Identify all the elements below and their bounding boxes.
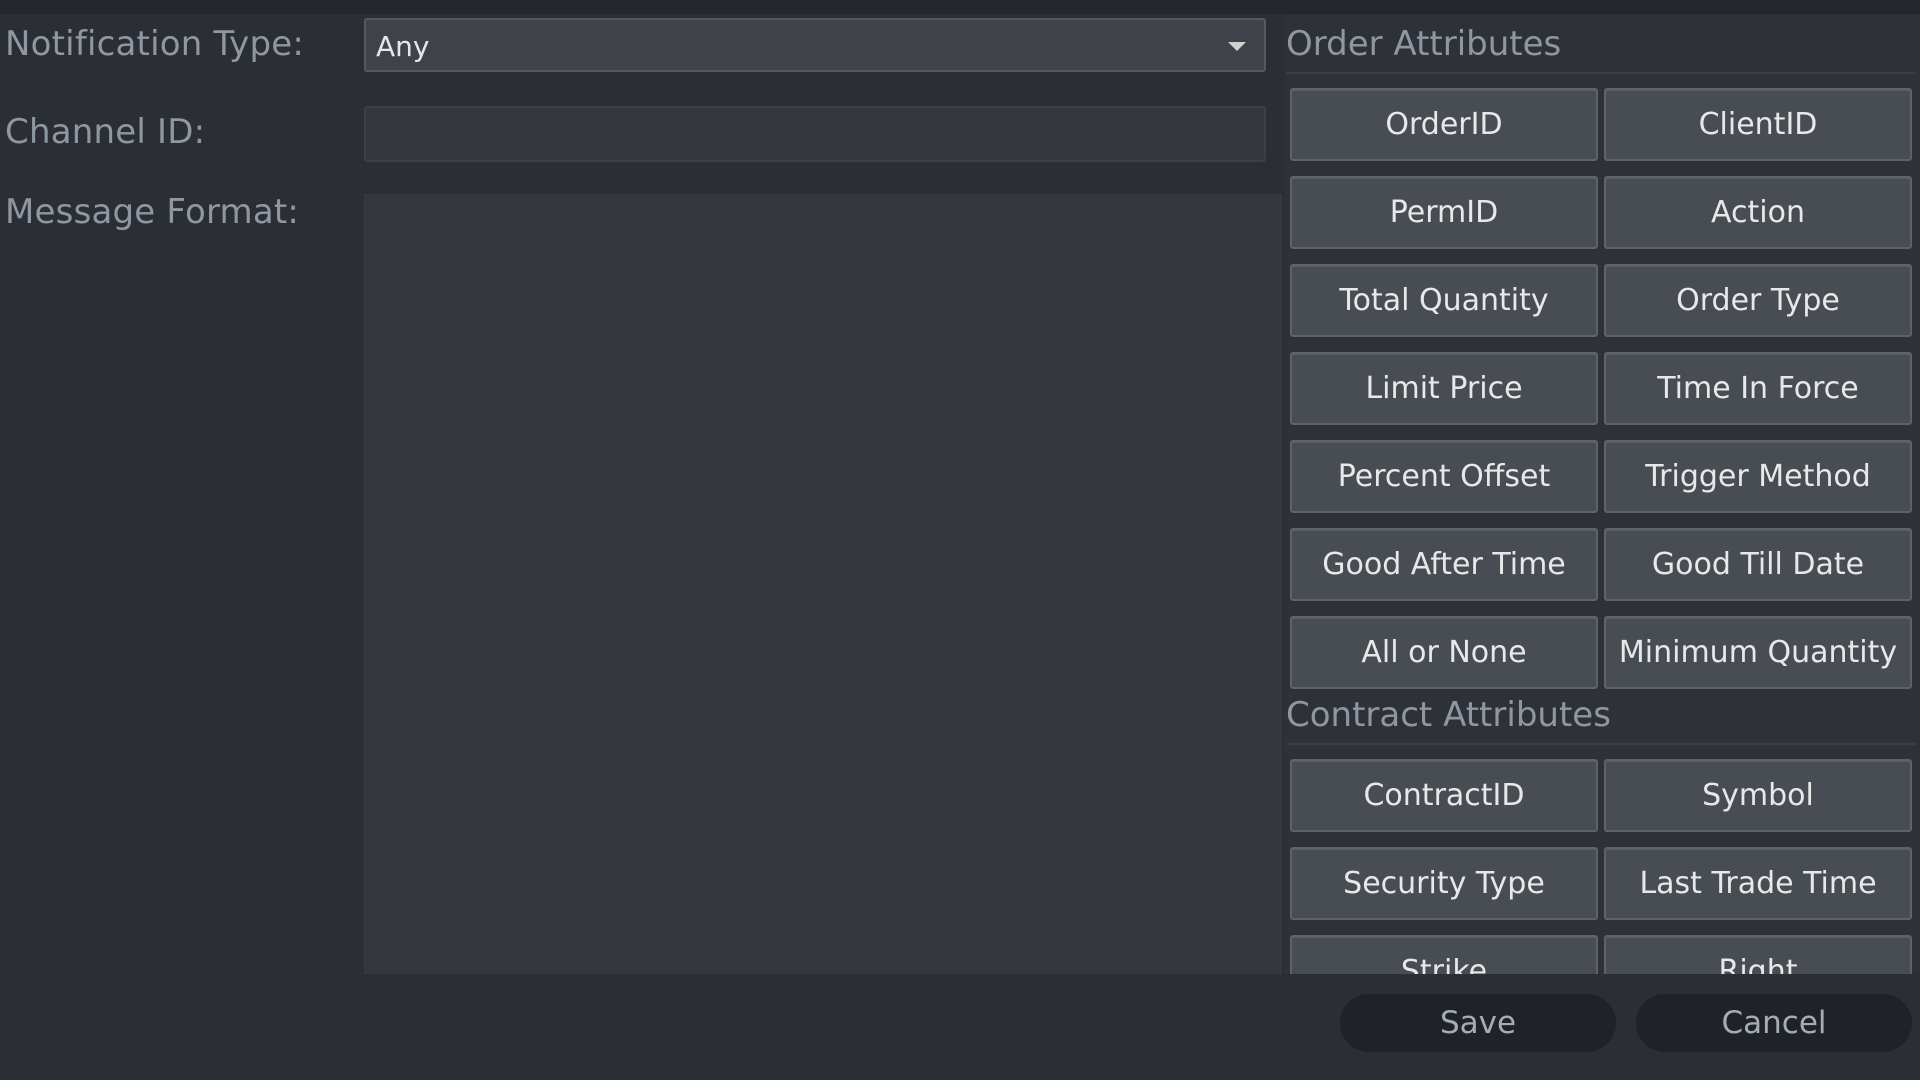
order-attr-button-minimum-quantity[interactable]: Minimum Quantity	[1604, 616, 1912, 689]
order-attr-button-time-in-force[interactable]: Time In Force	[1604, 352, 1912, 425]
attributes-panel[interactable]: Order Attributes OrderID ClientID PermID…	[1284, 14, 1920, 974]
message-format-textarea[interactable]	[364, 194, 1282, 974]
contract-attr-button-security-type[interactable]: Security Type	[1290, 847, 1598, 920]
channel-id-input[interactable]	[364, 106, 1266, 162]
save-button[interactable]: Save	[1340, 994, 1616, 1052]
contract-attr-button-last-trade-time[interactable]: Last Trade Time	[1604, 847, 1912, 920]
notification-type-select[interactable]: Any	[364, 18, 1266, 72]
order-attr-button-total-quantity[interactable]: Total Quantity	[1290, 264, 1598, 337]
contract-attr-button-strike[interactable]: Strike	[1290, 935, 1598, 974]
order-attr-button-good-till-date[interactable]: Good Till Date	[1604, 528, 1912, 601]
order-attributes-title: Order Attributes	[1286, 24, 1562, 64]
contract-attr-button-contractid[interactable]: ContractID	[1290, 759, 1598, 832]
contract-attributes-divider	[1286, 743, 1916, 745]
order-attr-button-clientid[interactable]: ClientID	[1604, 88, 1912, 161]
chevron-down-icon	[1228, 42, 1246, 51]
cancel-button[interactable]: Cancel	[1636, 994, 1912, 1052]
channel-id-label: Channel ID:	[5, 112, 206, 152]
contract-attributes-title: Contract Attributes	[1286, 695, 1611, 735]
contract-attr-button-right[interactable]: Right	[1604, 935, 1912, 974]
order-attr-button-action[interactable]: Action	[1604, 176, 1912, 249]
order-attr-button-order-type[interactable]: Order Type	[1604, 264, 1912, 337]
order-attr-button-orderid[interactable]: OrderID	[1290, 88, 1598, 161]
message-format-label: Message Format:	[5, 192, 300, 232]
notification-type-value: Any	[376, 30, 430, 63]
order-attr-button-permid[interactable]: PermID	[1290, 176, 1598, 249]
notification-type-label: Notification Type:	[5, 24, 305, 64]
order-attr-button-trigger-method[interactable]: Trigger Method	[1604, 440, 1912, 513]
order-attr-button-good-after-time[interactable]: Good After Time	[1290, 528, 1598, 601]
order-attr-button-all-or-none[interactable]: All or None	[1290, 616, 1598, 689]
top-strip	[0, 0, 1920, 14]
order-attributes-divider	[1286, 72, 1916, 74]
contract-attr-button-symbol[interactable]: Symbol	[1604, 759, 1912, 832]
order-attr-button-percent-offset[interactable]: Percent Offset	[1290, 440, 1598, 513]
order-attr-button-limit-price[interactable]: Limit Price	[1290, 352, 1598, 425]
